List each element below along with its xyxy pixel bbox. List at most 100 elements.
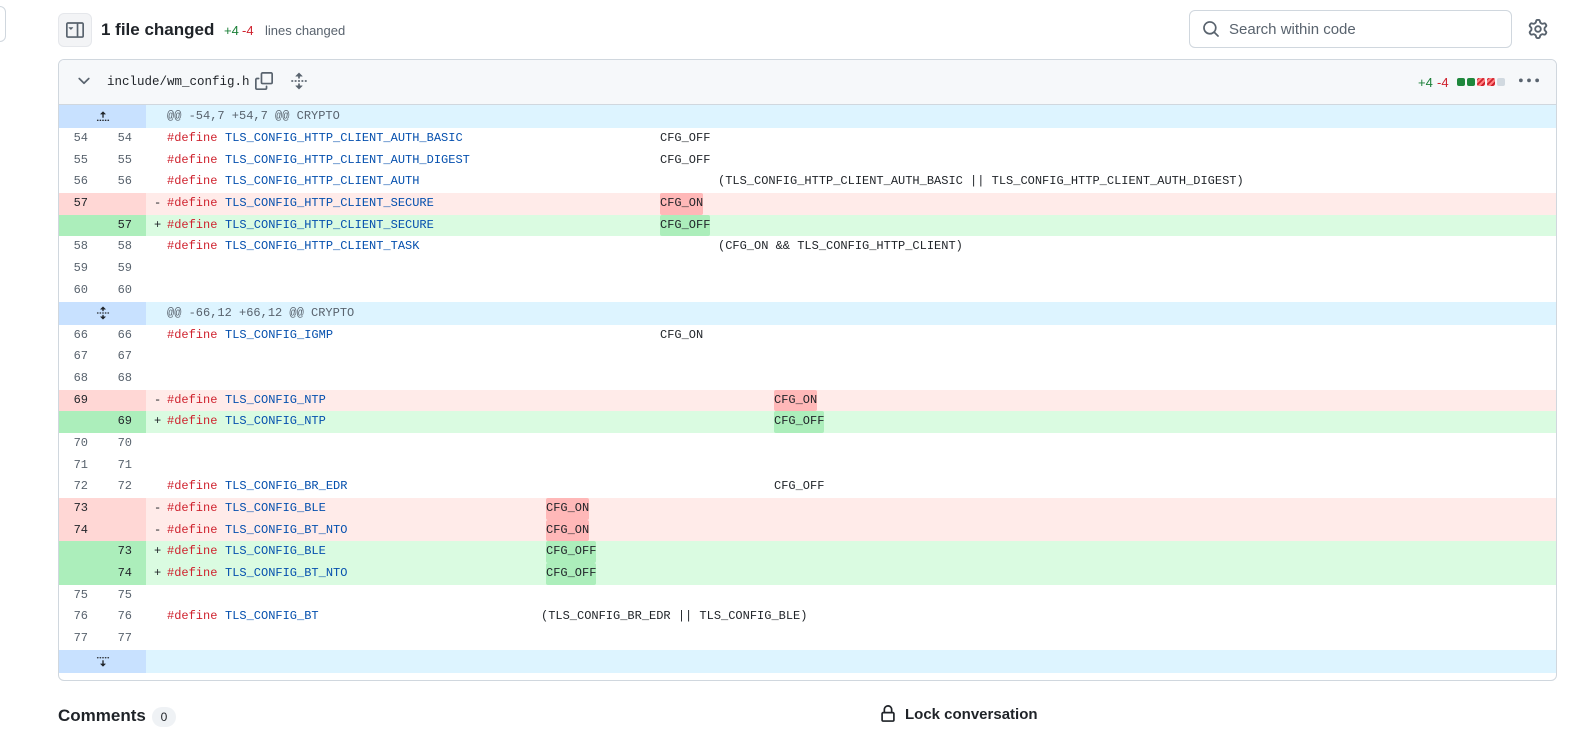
line-code: #define TLS_CONFIG_HTTP_CLIENT_TASK (CFG_O… <box>146 236 1556 258</box>
new-line-number[interactable]: 55 <box>102 150 146 172</box>
macro-value: (TLS_CONFIG_BR_EDR || TLS_CONFIG_BLE) <box>541 609 808 624</box>
old-line-number[interactable]: 55 <box>59 150 102 172</box>
macro-name: TLS_CONFIG_BR_EDR <box>225 479 348 494</box>
new-line-number[interactable]: 68 <box>102 368 146 390</box>
old-line-number[interactable]: 69 <box>59 389 102 412</box>
macro-value: CFG_ON <box>660 193 704 215</box>
old-line-number[interactable]: 70 <box>59 433 102 455</box>
line-code <box>146 258 1556 280</box>
old-line-number[interactable]: 57 <box>59 193 102 215</box>
old-line-number[interactable]: 58 <box>59 236 102 258</box>
old-line-number[interactable]: 76 <box>59 606 102 628</box>
new-line-number[interactable]: 76 <box>102 606 146 628</box>
diff-settings-button[interactable] <box>1528 19 1550 41</box>
old-line-number[interactable]: 66 <box>59 325 102 347</box>
line-code <box>146 433 1556 455</box>
unfold-icon <box>291 72 307 90</box>
new-line-number[interactable]: 75 <box>102 585 146 607</box>
new-line-number[interactable]: 70 <box>102 433 146 455</box>
macro-name: TLS_CONFIG_BLE <box>225 544 326 559</box>
search-input[interactable] <box>1229 20 1489 38</box>
new-line-number[interactable]: 59 <box>102 258 146 280</box>
old-line-number[interactable]: 77 <box>59 628 102 650</box>
macro-value: CFG_ON <box>546 498 590 520</box>
new-line-number[interactable]: 71 <box>102 455 146 477</box>
new-line-number[interactable]: 77 <box>102 628 146 650</box>
new-line-number[interactable]: 66 <box>102 325 146 347</box>
new-line-number[interactable]: 72 <box>102 476 146 498</box>
additions-count: +4 <box>224 23 239 38</box>
old-line-number[interactable]: 54 <box>59 128 102 150</box>
new-line-number[interactable]: 67 <box>102 346 146 368</box>
lock-conversation-label: Lock conversation <box>905 705 1038 723</box>
old-line-number[interactable] <box>59 541 102 564</box>
context-line: 59 59 <box>59 258 1556 280</box>
old-line-number[interactable]: 74 <box>59 519 102 542</box>
macro-name: TLS_CONFIG_BT_NTO <box>225 522 348 537</box>
old-line-number[interactable]: 67 <box>59 346 102 368</box>
hunk-header-row: @@ -66,12 +66,12 @@ CRYPTO <box>59 301 1556 325</box>
search-within-code[interactable] <box>1189 10 1512 48</box>
new-line-number[interactable]: 74 <box>102 563 146 585</box>
copy-path-button[interactable] <box>255 72 273 90</box>
copy-icon <box>255 72 273 90</box>
new-line-number[interactable] <box>102 193 146 215</box>
file-name[interactable]: include/wm_config.h <box>107 75 250 89</box>
macro-name: TLS_CONFIG_HTTP_CLIENT_TASK <box>225 239 420 254</box>
file-options-button[interactable] <box>1519 71 1541 91</box>
new-line-number[interactable]: 58 <box>102 236 146 258</box>
expand-down-button[interactable] <box>59 649 146 673</box>
line-code: #define TLS_CONFIG_BT (TLS_CONFIG_BR_EDR |… <box>146 606 1556 628</box>
expand-up-button[interactable] <box>59 105 146 128</box>
macro-value: CFG_OFF <box>546 563 597 585</box>
old-line-number[interactable]: 56 <box>59 171 102 193</box>
new-line-number[interactable] <box>102 519 146 542</box>
collapse-file-button[interactable] <box>75 72 93 90</box>
added-line: 73 + #define TLS_CONFIG_BLE CFG_OFF <box>59 541 1556 564</box>
old-line-number[interactable] <box>59 563 102 585</box>
old-line-number[interactable]: 68 <box>59 368 102 390</box>
old-line-number[interactable] <box>59 411 102 433</box>
define-keyword: #define <box>167 392 218 407</box>
expand-both-button[interactable] <box>59 301 146 325</box>
define-keyword: #define <box>167 239 218 254</box>
define-keyword: #define <box>167 152 218 167</box>
line-code: #define TLS_CONFIG_IGMP CFG_ON <box>146 325 1556 347</box>
lock-conversation-button[interactable]: Lock conversation <box>879 705 1038 723</box>
context-line: 77 77 <box>59 628 1556 650</box>
line-code: - #define TLS_CONFIG_BT_NTO CFG_ON <box>146 519 1556 542</box>
new-line-number[interactable]: 60 <box>102 280 146 302</box>
define-keyword: #define <box>167 217 218 232</box>
line-code <box>146 628 1556 650</box>
new-line-number[interactable]: 69 <box>102 411 146 433</box>
old-line-number[interactable]: 72 <box>59 476 102 498</box>
file-tree-toggle-button[interactable] <box>58 13 92 47</box>
hunk-header-text: @@ -54,7 +54,7 @@ CRYPTO <box>167 109 340 123</box>
expand-all-button[interactable] <box>290 72 308 90</box>
define-keyword: #define <box>167 609 218 624</box>
diffstat-block-added <box>1457 78 1465 86</box>
new-line-number[interactable]: 56 <box>102 171 146 193</box>
context-line: 72 72 #define TLS_CONFIG_BR_EDR CFG_OFF <box>59 476 1556 498</box>
new-line-number[interactable] <box>102 389 146 412</box>
deleted-line: 69 - #define TLS_CONFIG_NTP CFG_ON <box>59 389 1556 412</box>
macro-name: TLS_CONFIG_HTTP_CLIENT_SECURE <box>225 217 434 232</box>
new-line-number[interactable]: 57 <box>102 214 146 237</box>
new-line-number[interactable]: 73 <box>102 541 146 564</box>
file-diff: include/wm_config.h +4 -4 @@ -54,7 +54,7… <box>58 59 1557 681</box>
line-code <box>146 346 1556 368</box>
old-line-number[interactable]: 73 <box>59 498 102 520</box>
old-line-number[interactable]: 71 <box>59 455 102 477</box>
old-line-number[interactable]: 60 <box>59 280 102 302</box>
new-line-number[interactable] <box>102 498 146 520</box>
file-additions: +4 <box>1418 75 1433 90</box>
new-line-number[interactable]: 54 <box>102 128 146 150</box>
macro-name: TLS_CONFIG_BT_NTO <box>225 566 348 581</box>
macro-value: CFG_OFF <box>774 479 825 494</box>
diffstat-blocks <box>1457 78 1505 86</box>
old-line-number[interactable]: 59 <box>59 258 102 280</box>
diff-sign: + <box>154 414 162 429</box>
context-line: 55 55 #define TLS_CONFIG_HTTP_CLIENT_AUTH_D… <box>59 150 1556 172</box>
old-line-number[interactable] <box>59 214 102 237</box>
old-line-number[interactable]: 75 <box>59 585 102 607</box>
